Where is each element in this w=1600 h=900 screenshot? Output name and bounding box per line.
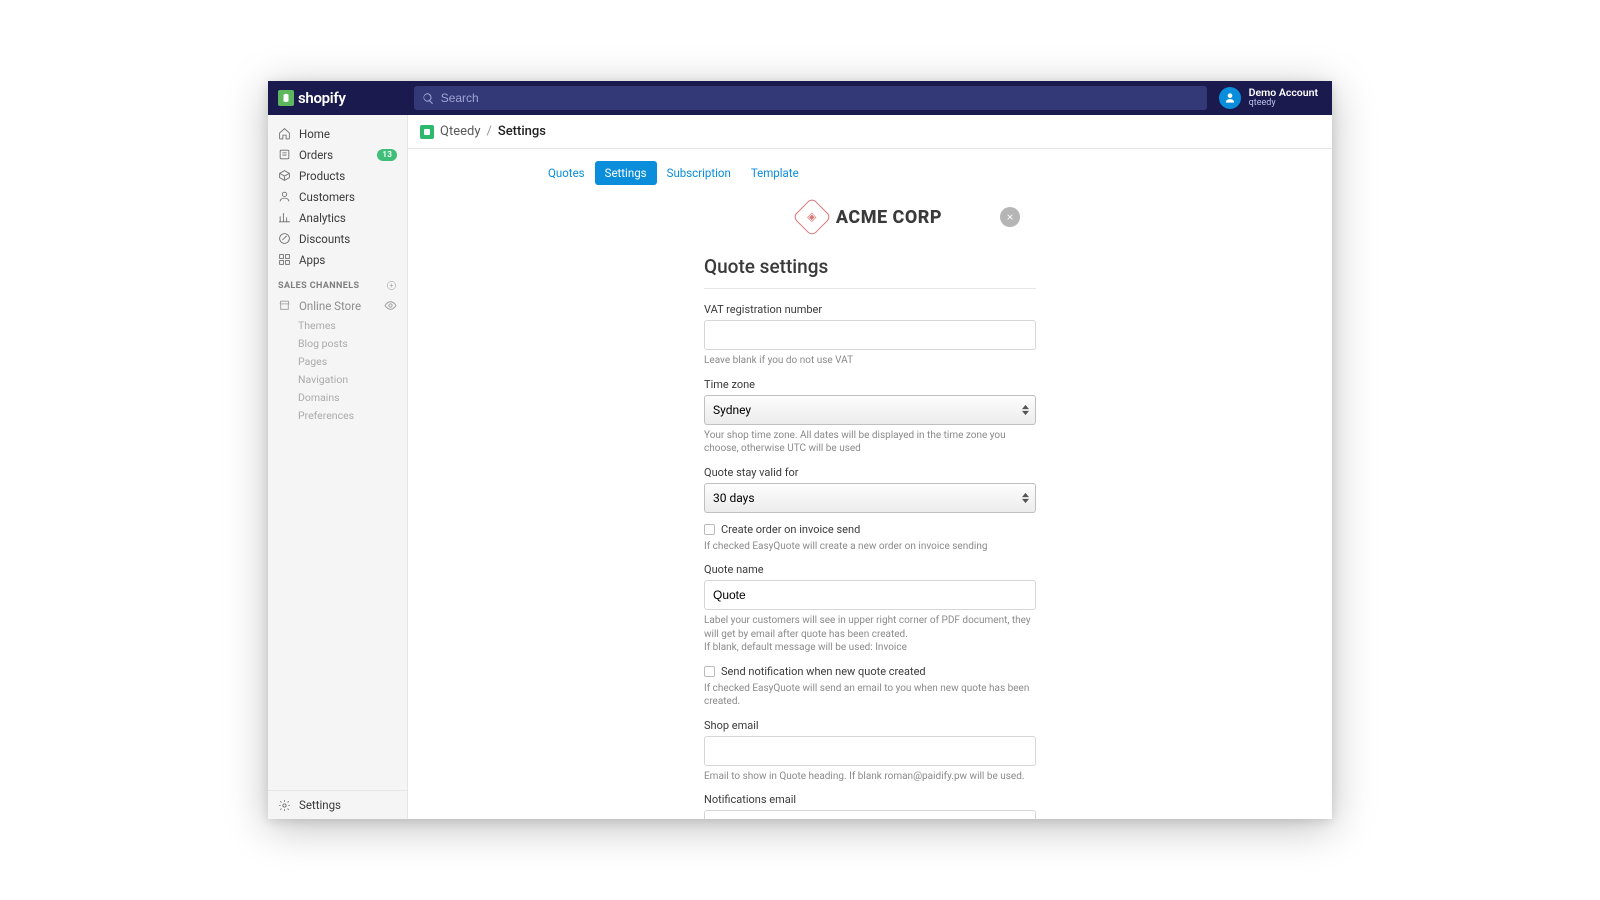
quote-name-hint2: If blank, default message will be used: … [704, 641, 1036, 655]
nav-label: Analytics [299, 211, 346, 225]
tab-quotes[interactable]: Quotes [538, 161, 595, 185]
valid-select[interactable]: 30 days [704, 483, 1036, 513]
settings-label: Settings [299, 798, 341, 812]
add-channel-icon[interactable] [386, 280, 397, 291]
quote-name-hint1: Label your customers will see in upper r… [704, 614, 1036, 641]
sidebar: Home Orders 13 Products Customers [268, 115, 408, 819]
app-window: shopify Demo Account qteedy [268, 81, 1332, 819]
select-arrows-icon [1022, 492, 1029, 503]
vat-hint: Leave blank if you do not use VAT [704, 354, 1036, 368]
gear-icon [278, 799, 291, 812]
create-order-checkbox[interactable] [704, 524, 715, 535]
nav-label: Online Store [299, 299, 361, 313]
home-icon [278, 127, 291, 140]
timezone-label: Time zone [704, 378, 1036, 391]
nav-navigation[interactable]: Navigation [268, 370, 407, 388]
quote-name-input[interactable] [704, 580, 1036, 610]
store-icon [278, 299, 291, 312]
eye-icon[interactable] [384, 299, 397, 312]
tab-settings[interactable]: Settings [595, 161, 657, 185]
search-input[interactable] [441, 91, 1199, 105]
notify-hint: If checked EasyQuote will send an email … [704, 682, 1036, 709]
app-icon [420, 125, 434, 139]
nav-analytics[interactable]: Analytics [268, 207, 407, 228]
notify-label: Send notification when new quote created [721, 665, 926, 678]
nav-discounts[interactable]: Discounts [268, 228, 407, 249]
vat-label: VAT registration number [704, 303, 1036, 316]
user-name: Demo Account [1249, 88, 1318, 99]
acme-logo-icon: ◈ [792, 197, 832, 237]
search-icon [422, 92, 435, 105]
nav-customers[interactable]: Customers [268, 186, 407, 207]
quote-name-label: Quote name [704, 563, 1036, 576]
user-block[interactable]: Demo Account qteedy [1219, 87, 1322, 109]
notif-email-label: Notifications email [704, 793, 1036, 806]
nav-preferences[interactable]: Preferences [268, 406, 407, 424]
timezone-select[interactable]: Sydney [704, 395, 1036, 425]
nav-online-store[interactable]: Online Store [268, 295, 407, 316]
form-title: Quote settings [704, 255, 1036, 278]
nav-themes[interactable]: Themes [268, 316, 407, 334]
nav-domains[interactable]: Domains [268, 388, 407, 406]
nav-label: Customers [299, 190, 355, 204]
brand[interactable]: shopify [278, 89, 408, 107]
close-button[interactable] [1000, 207, 1020, 227]
brand-header: ◈ ACME CORP [408, 199, 1332, 255]
avatar [1219, 87, 1241, 109]
products-icon [278, 169, 291, 182]
shop-email-input[interactable] [704, 736, 1036, 766]
nav-label: Home [299, 127, 330, 141]
nav-label: Products [299, 169, 345, 183]
breadcrumb-app[interactable]: Qteedy [440, 124, 480, 139]
breadcrumb-sep: / [486, 124, 491, 139]
notif-email-input[interactable] [704, 810, 1036, 819]
user-text: Demo Account qteedy [1249, 88, 1318, 109]
nav-products[interactable]: Products [268, 165, 407, 186]
nav-blog-posts[interactable]: Blog posts [268, 334, 407, 352]
divider [704, 288, 1036, 289]
apps-icon [278, 253, 291, 266]
create-order-label: Create order on invoice send [721, 523, 860, 536]
nav-label: Orders [299, 148, 333, 162]
tab-subscription[interactable]: Subscription [657, 161, 741, 185]
customers-icon [278, 190, 291, 203]
shopify-icon [278, 90, 294, 106]
nav-label: Apps [299, 253, 325, 267]
notify-checkbox[interactable] [704, 666, 715, 677]
analytics-icon [278, 211, 291, 224]
nav-label: Discounts [299, 232, 350, 246]
brand-text: shopify [298, 89, 346, 107]
breadcrumb: Qteedy / Settings [408, 115, 1332, 149]
top-bar: shopify Demo Account qteedy [268, 81, 1332, 115]
nav-apps[interactable]: Apps [268, 249, 407, 270]
valid-value: 30 days [713, 491, 755, 505]
nav-home[interactable]: Home [268, 123, 407, 144]
shop-email-label: Shop email [704, 719, 1036, 732]
orders-icon [278, 148, 291, 161]
breadcrumb-current: Settings [498, 124, 546, 139]
nav-settings[interactable]: Settings [268, 790, 407, 819]
quote-settings-form: Quote settings VAT registration number L… [704, 255, 1036, 819]
main: Qteedy / Settings Quotes Settings Subscr… [408, 115, 1332, 819]
valid-label: Quote stay valid for [704, 466, 1036, 479]
tab-template[interactable]: Template [741, 161, 809, 185]
tabs: Quotes Settings Subscription Template [408, 149, 1332, 199]
acme-name: ACME CORP [836, 207, 942, 228]
nav-orders[interactable]: Orders 13 [268, 144, 407, 165]
orders-badge: 13 [377, 149, 397, 161]
search-bar[interactable] [414, 86, 1207, 110]
create-order-hint: If checked EasyQuote will create a new o… [704, 540, 1036, 554]
nav-pages[interactable]: Pages [268, 352, 407, 370]
vat-input[interactable] [704, 320, 1036, 350]
user-sub: qteedy [1249, 99, 1318, 108]
close-icon [1006, 213, 1014, 221]
select-arrows-icon [1022, 404, 1029, 415]
shop-email-hint: Email to show in Quote heading. If blank… [704, 770, 1036, 784]
sales-channels-label: SALES CHANNELS [268, 270, 407, 295]
timezone-value: Sydney [713, 403, 751, 417]
discounts-icon [278, 232, 291, 245]
timezone-hint: Your shop time zone. All dates will be d… [704, 429, 1036, 456]
